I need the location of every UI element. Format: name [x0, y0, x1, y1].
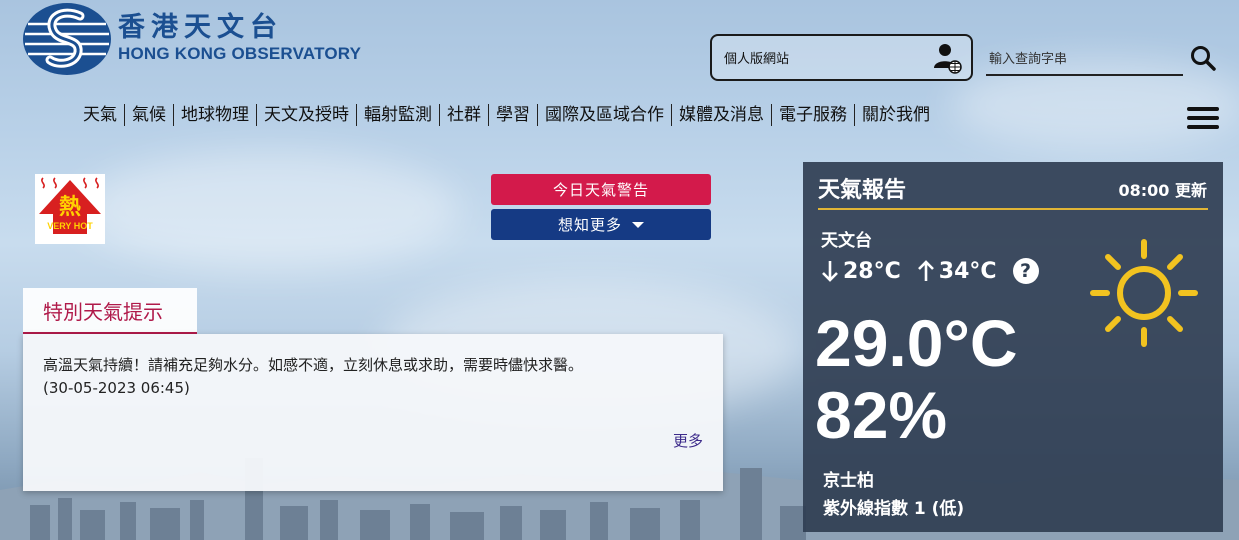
- caret-down-icon: [632, 221, 644, 228]
- search-input[interactable]: [986, 46, 1166, 72]
- min-temperature: 28°C: [843, 258, 901, 284]
- learn-more-label: 想知更多: [557, 216, 622, 234]
- station-name: 天文台: [821, 231, 872, 251]
- hko-logo[interactable]: 香港天文台 HONG KONG OBSERVATORY: [22, 2, 361, 76]
- logo-title-zh: 香港天文台: [118, 12, 283, 43]
- special-tips-text: 高溫天氣持續！請補充足夠水分。如感不適，立刻休息或求助，需要時儘快求醫。: [43, 356, 584, 374]
- search-box: [986, 46, 1183, 76]
- nav-item-radiation[interactable]: 輻射監測: [357, 104, 440, 126]
- nav-item-international[interactable]: 國際及區域合作: [538, 104, 672, 126]
- personal-site-label: 個人版網站: [724, 52, 790, 67]
- nav-item-weather[interactable]: 天氣: [76, 104, 125, 126]
- nav-item-community[interactable]: 社群: [440, 104, 489, 126]
- nav-item-about[interactable]: 關於我們: [855, 104, 937, 126]
- very-hot-en-label: VERY HOT: [47, 221, 93, 231]
- nav-item-eservices[interactable]: 電子服務: [772, 104, 855, 126]
- learn-more-button[interactable]: 想知更多: [491, 209, 711, 240]
- logo-title-en: HONG KONG OBSERVATORY: [118, 44, 362, 63]
- uv-station-name: 京士柏: [823, 471, 874, 491]
- relative-humidity: 82%: [815, 378, 948, 452]
- special-tips-tab: 特別天氣提示: [23, 288, 197, 334]
- search-icon[interactable]: [1190, 45, 1216, 71]
- max-temperature: 34°C: [938, 258, 997, 284]
- today-warning-label: 今日天氣警告: [552, 181, 649, 199]
- uv-index: 紫外線指數 1 (低): [823, 499, 965, 519]
- min-max-temperature: 28°C 34°C ?: [821, 258, 1039, 284]
- arrow-up-icon: [917, 260, 934, 281]
- nav-item-media[interactable]: 媒體及消息: [672, 104, 772, 126]
- hko-emblem-icon: [23, 3, 111, 75]
- weather-report-title: 天氣報告: [818, 178, 907, 203]
- weather-report-panel: 天氣報告 08:00 更新 天文台 28°C 34°C ? 29.0°C 82%…: [803, 162, 1223, 532]
- nav-item-geophysics[interactable]: 地球物理: [174, 104, 257, 126]
- help-icon[interactable]: ?: [1012, 258, 1039, 284]
- special-tips-panel: 高溫天氣持續！請補充足夠水分。如感不適，立刻休息或求助，需要時儘快求醫。 (30…: [23, 334, 723, 491]
- special-tips-title: 特別天氣提示: [43, 299, 163, 324]
- sunny-icon: [1090, 239, 1198, 347]
- very-hot-warning-icon[interactable]: 熱 VERY HOT: [35, 174, 105, 244]
- nav-item-astronomy-time[interactable]: 天文及授時: [257, 104, 357, 126]
- special-tips-more-link[interactable]: 更多: [673, 430, 703, 451]
- current-temperature: 29.0°C: [815, 306, 1018, 380]
- personal-site-button[interactable]: 個人版網站: [710, 34, 973, 81]
- divider: [818, 208, 1208, 210]
- very-hot-zh-label: 熱: [59, 194, 81, 220]
- nav-item-learning[interactable]: 學習: [489, 104, 538, 126]
- special-tips-timestamp: (30-05-2023 06:45): [43, 379, 190, 397]
- cloud-decoration: [80, 150, 460, 270]
- hamburger-menu-icon[interactable]: [1187, 107, 1219, 131]
- person-globe-icon: [934, 44, 962, 74]
- nav-item-climate[interactable]: 氣候: [125, 104, 174, 126]
- update-time: 08:00 更新: [1118, 181, 1207, 200]
- arrow-down-icon: [822, 261, 838, 282]
- today-warning-button[interactable]: 今日天氣警告: [491, 174, 711, 205]
- main-nav: 天氣 氣候 地球物理 天文及授時 輻射監測 社群 學習 國際及區域合作 媒體及消…: [76, 104, 937, 126]
